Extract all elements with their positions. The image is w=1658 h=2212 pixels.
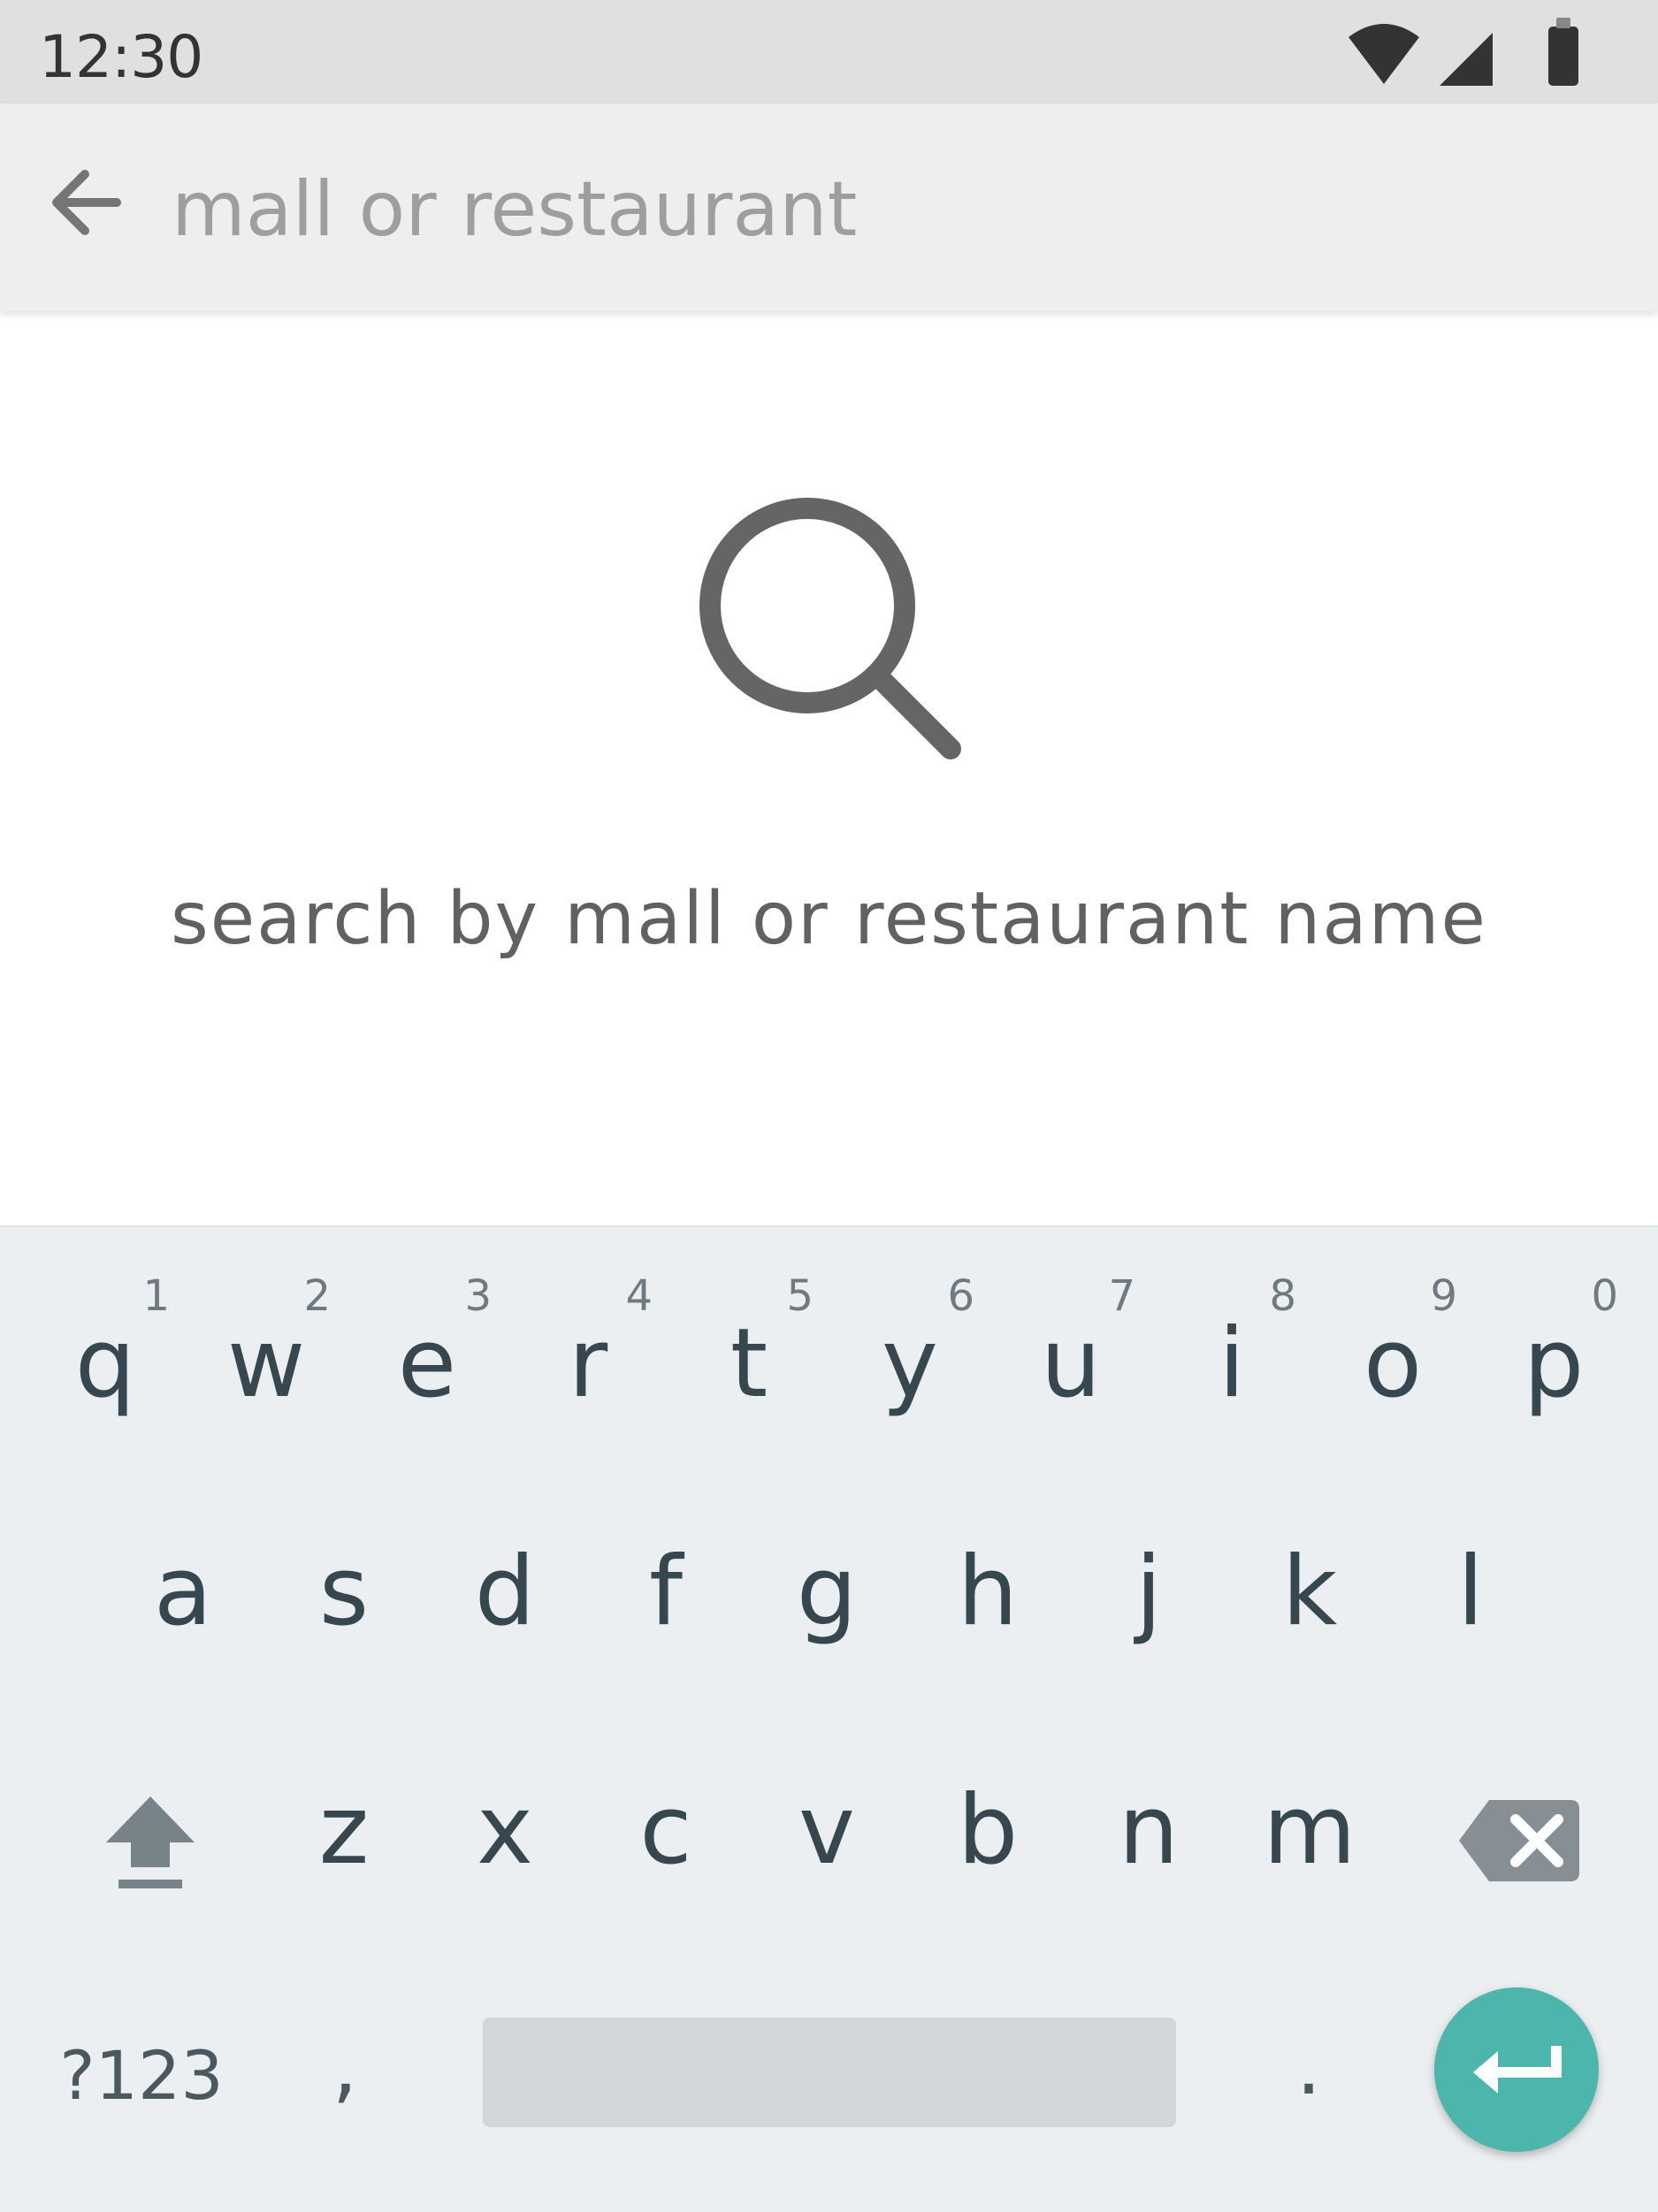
shift-key[interactable] (71, 1770, 230, 1911)
key-b[interactable]: b (907, 1227, 1068, 1886)
key-l[interactable]: l (1390, 1227, 1551, 1647)
backspace-key[interactable] (1450, 1770, 1609, 1911)
key-n[interactable]: n (1068, 1227, 1229, 1886)
key-label: l (1456, 1537, 1484, 1647)
key-label: b (957, 1775, 1019, 1886)
search-input[interactable] (172, 156, 1586, 263)
status-time: 12:30 (39, 23, 203, 91)
key-label: h (957, 1537, 1019, 1647)
empty-state: search by mall or restaurant name (0, 311, 1658, 1225)
space-key[interactable] (483, 2017, 1176, 2127)
keyboard: 1 q 2 w 3 e 4 r 5 t 6 y 7 u 8 i 9 o 0 p … (0, 1225, 1658, 2212)
key-label: n (1118, 1775, 1180, 1886)
status-bar: 12:30 (0, 0, 1658, 103)
back-arrow-icon (52, 170, 121, 235)
key-m[interactable]: m (1229, 1227, 1390, 1886)
status-icons (1349, 18, 1578, 86)
key-label: d (474, 1537, 536, 1647)
enter-key[interactable] (1434, 1987, 1599, 2152)
key-label: k (1281, 1537, 1338, 1647)
key-label: c (639, 1775, 692, 1886)
key-label: j (1135, 1537, 1162, 1647)
key-label: s (318, 1537, 370, 1647)
battery-icon (1548, 27, 1578, 86)
period-key[interactable]: . (1256, 2005, 1362, 2129)
comma-key[interactable]: , (292, 2005, 398, 2129)
key-label: v (798, 1775, 855, 1886)
search-bar (0, 103, 1658, 311)
enter-icon (1473, 2046, 1562, 2094)
symbols-key[interactable]: ?123 (35, 2023, 248, 2129)
wifi-icon (1349, 24, 1419, 84)
key-label: m (1263, 1775, 1356, 1886)
key-a[interactable]: a (103, 1227, 264, 1647)
shift-icon (106, 1796, 195, 1888)
empty-state-message: search by mall or restaurant name (171, 877, 1487, 961)
signal-icon (1440, 33, 1493, 86)
backspace-icon (1459, 1800, 1579, 1881)
key-label: z (318, 1775, 370, 1886)
key-z[interactable]: z (264, 1227, 424, 1886)
key-label: x (477, 1775, 533, 1886)
key-v[interactable]: v (746, 1227, 907, 1886)
key-c[interactable]: c (585, 1227, 746, 1886)
back-button[interactable] (27, 139, 150, 263)
key-x[interactable]: x (424, 1227, 585, 1886)
key-label: a (153, 1537, 213, 1647)
search-icon (699, 498, 961, 759)
key-label: g (796, 1537, 858, 1647)
key-label: f (648, 1537, 684, 1647)
